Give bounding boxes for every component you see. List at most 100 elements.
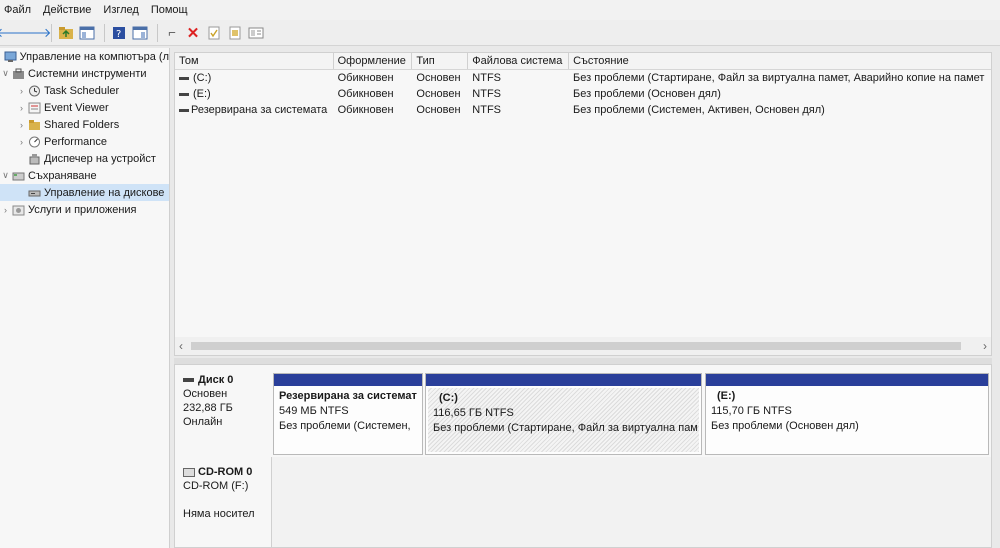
connect-icon[interactable]: ⌐: [163, 24, 181, 42]
tree-item-label: Event Viewer: [44, 101, 109, 114]
type-cell: Основен: [416, 104, 461, 116]
disk-icon: [183, 378, 194, 382]
menu-action[interactable]: Действие: [43, 4, 91, 16]
tree-item-task-scheduler[interactable]: › Task Scheduler: [0, 82, 169, 99]
tree-expander[interactable]: ›: [16, 137, 27, 147]
computer-management-icon: [4, 50, 17, 63]
tree-expander[interactable]: ∨: [0, 68, 11, 79]
partition-body: (C:) 116,65 ГБ NTFS Без проблеми (Старти…: [428, 388, 699, 452]
tree-item-label: Shared Folders: [44, 118, 120, 131]
scrollbar-thumb[interactable]: [191, 342, 961, 350]
partition-bar: [706, 374, 988, 386]
column-header-volume[interactable]: Том: [175, 53, 334, 69]
partition-status: Без проблеми (Основен дял): [711, 420, 859, 432]
partition-name: Резервирана за системат: [279, 390, 417, 402]
tree-expander[interactable]: ›: [0, 205, 11, 215]
tree-expander[interactable]: ∨: [0, 170, 11, 181]
event-viewer-icon: [27, 101, 41, 114]
tree-item-services-applications[interactable]: › Услуги и приложения: [0, 201, 169, 218]
navigation-tree: Управление на компютъра (л ∨ Системни ин…: [0, 48, 170, 548]
partition-status: Без проблеми (Стартиране, Файл за виртуа…: [433, 422, 698, 434]
tree-item-shared-folders[interactable]: › Shared Folders: [0, 116, 169, 133]
tree-item-device-manager[interactable]: Диспечер на устройст: [0, 150, 169, 167]
cdrom0-info[interactable]: CD-ROM 0 CD-ROM (F:) Няма носител: [175, 465, 271, 521]
type-cell: Основен: [416, 72, 461, 84]
tree-expander[interactable]: ›: [16, 86, 27, 96]
show-tree-icon[interactable]: [78, 24, 96, 42]
disk0-size: 232,88 ГБ: [183, 402, 233, 414]
folder-icon[interactable]: [226, 24, 244, 42]
partition-reserved[interactable]: Резервирана за системат 549 МБ NTFS Без …: [273, 373, 423, 455]
toolbar-separator: [104, 23, 105, 42]
layout-cell: Обикновен: [337, 88, 394, 100]
tree-item-storage[interactable]: ∨ Съхраняване: [0, 167, 169, 184]
help-icon[interactable]: ?: [110, 24, 128, 42]
menu-file[interactable]: Файл: [4, 4, 31, 16]
check-icon[interactable]: [205, 24, 223, 42]
tools-icon: [11, 67, 25, 80]
up-folder-icon[interactable]: [57, 24, 75, 42]
delete-icon[interactable]: ✕: [184, 24, 202, 42]
partition-size: 116,65 ГБ NTFS: [433, 407, 514, 419]
tree-expander[interactable]: ›: [16, 120, 27, 130]
tree-item-performance[interactable]: › Performance: [0, 133, 169, 150]
disk0-status: Онлайн: [183, 416, 223, 428]
menu-bar: Файл Действие Изглед Помощ: [0, 0, 1000, 20]
scroll-left-icon[interactable]: ‹: [179, 339, 183, 353]
console-icon[interactable]: [131, 24, 149, 42]
partition-body: (E:) 115,70 ГБ NTFS Без проблеми (Основе…: [706, 386, 988, 437]
partition-name: (C:): [439, 392, 458, 404]
partition-bar: [274, 374, 422, 386]
table-row[interactable]: (E:) Обикновен Основен NTFS Без проблеми…: [175, 86, 991, 102]
cdrom0-drive: CD-ROM (F:): [183, 480, 249, 492]
tree-item-label: Съхраняване: [28, 169, 97, 182]
volume-icon: [179, 92, 189, 96]
horizontal-scrollbar[interactable]: ‹ ›: [175, 337, 991, 355]
volume-list-header: Том Оформление Тип Файлова система Състо…: [175, 53, 991, 70]
column-header-filesystem[interactable]: Файлова система: [468, 53, 570, 69]
storage-icon: [11, 169, 25, 182]
tree-item-label: Услуги и приложения: [28, 203, 137, 216]
services-icon: [11, 203, 25, 216]
disk0-info[interactable]: Диск 0 Основен 232,88 ГБ Онлайн: [175, 373, 271, 429]
partition-c[interactable]: (C:) 116,65 ГБ NTFS Без проблеми (Старти…: [425, 373, 702, 455]
scroll-right-icon[interactable]: ›: [983, 339, 987, 353]
menu-view[interactable]: Изглед: [103, 4, 138, 16]
table-row[interactable]: (C:) Обикновен Основен NTFS Без проблеми…: [175, 70, 991, 86]
volume-icon: [179, 76, 189, 80]
column-header-type[interactable]: Тип: [412, 53, 469, 69]
toolbar: 🡐 🡒 ? ⌐ ✕: [0, 20, 1000, 46]
partition-e[interactable]: (E:) 115,70 ГБ NTFS Без проблеми (Основе…: [705, 373, 989, 455]
partition-size: 115,70 ГБ NTFS: [711, 405, 792, 417]
tree-item-disk-management[interactable]: Управление на дискове: [0, 184, 169, 201]
status-cell: Без проблеми (Системен, Активен, Основен…: [573, 104, 825, 116]
tree-item-label: Performance: [44, 135, 107, 148]
shared-folders-icon: [27, 118, 41, 131]
column-header-status[interactable]: Състояние: [569, 53, 991, 69]
toolbar-separator: [157, 23, 158, 42]
cdrom0-media-area[interactable]: [271, 457, 991, 547]
properties-icon[interactable]: [247, 24, 265, 42]
layout-cell: Обикновен: [337, 72, 394, 84]
column-header-layout[interactable]: Оформление: [334, 53, 413, 69]
status-cell: Без проблеми (Основен дял): [573, 88, 721, 100]
cdrom0-label: CD-ROM 0: [183, 465, 271, 479]
table-row[interactable]: Резервирана за системата Обикновен Основ…: [175, 102, 991, 118]
forward-arrow-icon[interactable]: 🡒: [17, 24, 52, 42]
volume-name-cell: (C:): [175, 70, 334, 86]
status-cell: Без проблеми (Стартиране, Файл за виртуа…: [573, 72, 985, 84]
partition-body: Резервирана за системат 549 МБ NTFS Без …: [274, 386, 422, 437]
tree-item-computer-management[interactable]: Управление на компютъра (л: [0, 48, 169, 65]
type-cell: Основен: [416, 88, 461, 100]
tree-item-event-viewer[interactable]: › Event Viewer: [0, 99, 169, 116]
tree-item-system-tools[interactable]: ∨ Системни инструменти: [0, 65, 169, 82]
tree-item-label: Диспечер на устройст: [44, 152, 156, 165]
tree-item-label: Системни инструменти: [28, 67, 147, 80]
tree-expander[interactable]: ›: [16, 103, 27, 113]
filesystem-cell: NTFS: [472, 88, 502, 100]
disk-view: Диск 0 Основен 232,88 ГБ Онлайн Резервир…: [174, 364, 992, 548]
disk-management-icon: [27, 186, 41, 199]
tree-item-label: Task Scheduler: [44, 84, 120, 97]
volume-icon: [179, 108, 189, 112]
menu-help[interactable]: Помощ: [151, 4, 188, 16]
